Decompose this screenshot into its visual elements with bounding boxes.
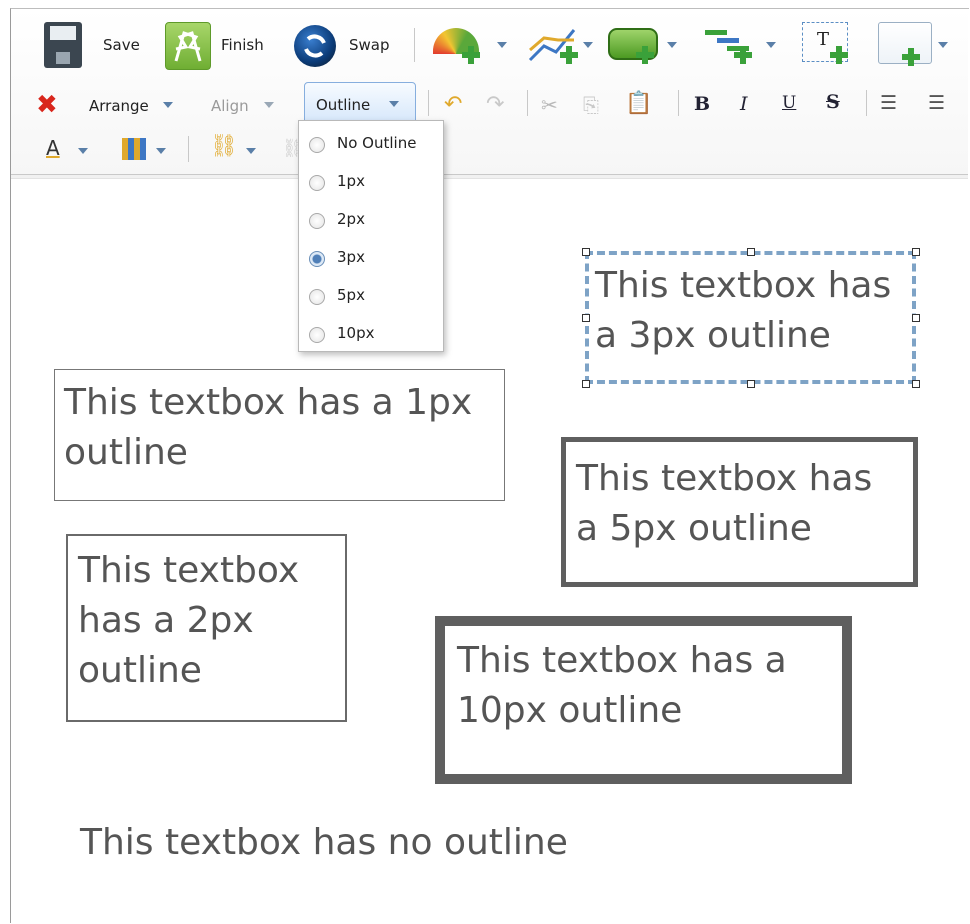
outline-option[interactable]: 10px (299, 315, 443, 353)
radio-icon[interactable] (309, 137, 325, 153)
textbox-text: This textbox has (576, 458, 873, 499)
resize-handle[interactable] (747, 248, 755, 256)
toolbar-separator (188, 136, 189, 162)
outline-option[interactable]: 2px (299, 201, 443, 239)
strikethrough-button[interactable]: S (826, 91, 840, 113)
option-label: 3px (337, 248, 365, 266)
font-color-icon[interactable]: A (46, 136, 60, 160)
resize-handle[interactable] (582, 314, 590, 322)
option-label: No Outline (337, 134, 417, 152)
outline-dropdown: No Outline 1px 2px 3px 5px 10px (298, 120, 444, 352)
paste-icon[interactable]: 📋 (625, 91, 652, 116)
chevron-down-icon[interactable] (78, 148, 88, 154)
textbox-text: 10px outline (457, 690, 683, 731)
outline-option[interactable]: 3px (299, 239, 443, 277)
chevron-down-icon[interactable] (938, 42, 948, 48)
outline-option[interactable]: 5px (299, 277, 443, 315)
toolbar-separator (414, 28, 415, 62)
finish-button[interactable]: Finish (221, 36, 264, 54)
option-label: 5px (337, 286, 365, 304)
textbox-text: This textbox (78, 550, 300, 591)
outline-button-label[interactable]: Outline (316, 96, 370, 114)
chevron-down-icon[interactable] (497, 42, 507, 48)
textbox-10px[interactable]: This textbox has a 10px outline (435, 616, 852, 784)
chevron-down-icon[interactable] (667, 42, 677, 48)
textbox-no-outline[interactable]: This textbox has no outline (80, 818, 640, 872)
textbox-5px[interactable]: This textbox has a 5px outline (561, 437, 918, 587)
textbox-text: has a 2px (78, 600, 254, 641)
textbox-3px-selected[interactable]: This textbox has a 3px outline (585, 251, 916, 384)
cut-icon[interactable]: ✂ (541, 93, 558, 117)
italic-button[interactable]: I (740, 93, 748, 115)
bold-button[interactable]: B (694, 93, 710, 115)
textbox-text: This textbox has no outline (80, 822, 568, 863)
textbox-text: a 3px outline (595, 315, 831, 356)
add-textbox-plus-icon (830, 46, 848, 64)
swap-icon[interactable] (294, 25, 336, 67)
radio-icon[interactable] (309, 251, 325, 267)
chevron-down-icon[interactable] (156, 148, 166, 154)
textbox-text: This textbox has (595, 265, 892, 306)
resize-handle[interactable] (582, 248, 590, 256)
copy-icon[interactable]: ⎘ (583, 93, 599, 117)
textbox-text: a 5px outline (576, 508, 812, 549)
toolbar-separator (866, 90, 867, 116)
add-frame-plus-icon (902, 48, 920, 66)
outline-option[interactable]: 1px (299, 163, 443, 201)
textbox-1px[interactable]: This textbox has a 1px outline (54, 369, 505, 501)
textbox-text: This textbox has a 1px (64, 382, 473, 423)
toolbar-divider (11, 174, 968, 179)
toolbar-separator (678, 90, 679, 116)
redo-icon[interactable]: ↷ (486, 92, 504, 117)
chevron-down-icon[interactable] (264, 102, 274, 108)
add-line-plus-icon (560, 46, 578, 64)
arrange-button[interactable]: Arrange (89, 97, 149, 115)
add-gauge-plus-icon (462, 46, 480, 64)
delete-icon[interactable]: ✖ (36, 92, 58, 118)
add-shape-plus-icon (636, 46, 654, 64)
finish-flags-icon[interactable] (165, 22, 211, 70)
textbox-text: outline (64, 432, 188, 473)
numbered-list-icon[interactable]: ☰ (880, 92, 897, 114)
resize-handle[interactable] (747, 380, 755, 388)
add-tree-plus-icon (734, 46, 752, 64)
toolbar-separator (527, 90, 528, 116)
save-icon[interactable] (44, 22, 82, 68)
underline-button[interactable]: U (782, 93, 796, 113)
radio-icon[interactable] (309, 175, 325, 191)
bullet-list-icon[interactable]: ☰ (928, 92, 945, 114)
chevron-down-icon[interactable] (583, 42, 593, 48)
resize-handle[interactable] (912, 314, 920, 322)
radio-icon[interactable] (309, 327, 325, 343)
radio-icon[interactable] (309, 289, 325, 305)
option-label: 2px (337, 210, 365, 228)
textbox-text: outline (78, 650, 202, 691)
outline-option[interactable]: No Outline (299, 125, 443, 163)
textbox-text: This textbox has a (457, 640, 787, 681)
resize-handle[interactable] (912, 248, 920, 256)
chevron-down-icon[interactable] (246, 148, 256, 154)
chevron-down-icon[interactable] (163, 102, 173, 108)
option-label: 1px (337, 172, 365, 190)
swap-button[interactable]: Swap (349, 36, 390, 54)
fill-icon[interactable] (122, 138, 146, 160)
link-icon[interactable]: ⛓ (210, 134, 238, 159)
radio-icon[interactable] (309, 213, 325, 229)
chevron-down-icon[interactable] (766, 42, 776, 48)
textbox-2px[interactable]: This textbox has a 2px outline (66, 534, 347, 722)
undo-icon[interactable]: ↶ (444, 92, 462, 117)
chevron-down-icon[interactable] (389, 101, 399, 107)
option-label: 10px (337, 324, 375, 342)
save-button[interactable]: Save (103, 36, 140, 54)
resize-handle[interactable] (582, 380, 590, 388)
align-button[interactable]: Align (211, 97, 249, 115)
resize-handle[interactable] (912, 380, 920, 388)
toolbar-separator (428, 90, 429, 116)
